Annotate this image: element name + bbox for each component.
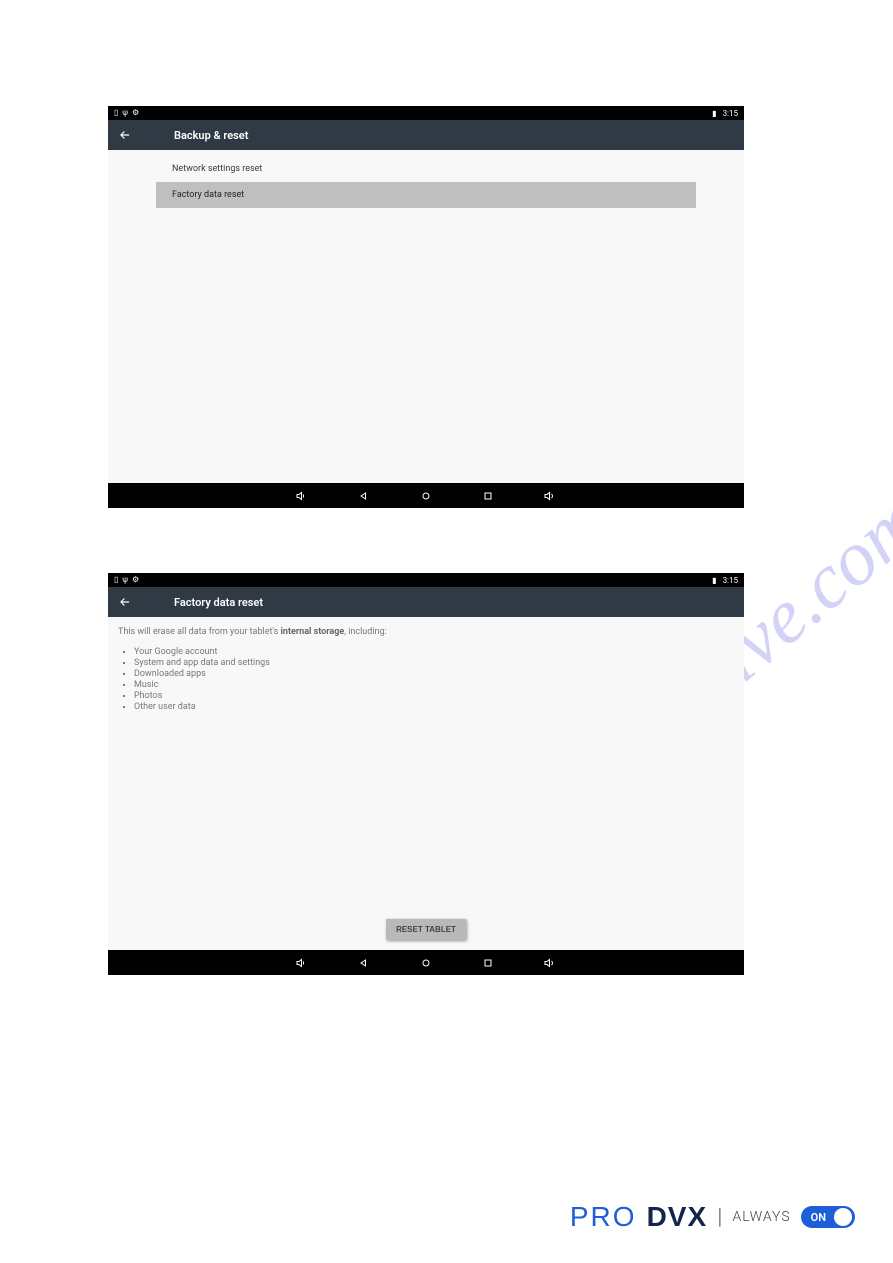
home-circle-icon[interactable] <box>420 957 432 969</box>
navigation-bar <box>108 483 744 508</box>
recent-square-icon[interactable] <box>482 957 494 969</box>
content-area: Network settings reset Factory data rese… <box>108 150 744 483</box>
home-circle-icon[interactable] <box>420 490 432 502</box>
battery-icon: ▮ <box>712 109 716 118</box>
back-triangle-icon[interactable] <box>358 490 370 502</box>
screenshot-backup-reset: ▯ ψ ⚙ ▮ 3:15 Backup & reset Network sett… <box>108 106 744 508</box>
list-item-factory-reset[interactable]: Factory data reset <box>156 182 696 208</box>
back-arrow-icon[interactable] <box>118 595 132 609</box>
erase-list: Your Google account System and app data … <box>134 647 734 712</box>
page-title: Backup & reset <box>174 129 248 142</box>
volume-up-icon[interactable] <box>544 957 556 969</box>
intro-text-pre: This will erase all data from your table… <box>118 627 281 637</box>
usb-icon: ψ <box>122 109 128 117</box>
status-icons-left: ▯ ψ ⚙ <box>114 576 139 584</box>
clock-time: 3:15 <box>723 576 738 585</box>
usb-icon: ψ <box>122 576 128 584</box>
on-label: ON <box>811 1211 826 1224</box>
screenshot-factory-data-reset: ▯ ψ ⚙ ▮ 3:15 Factory data reset This wil… <box>108 573 744 975</box>
list-item: Music <box>134 680 734 690</box>
reset-description: This will erase all data from your table… <box>108 617 744 712</box>
intro-text-bold: internal storage <box>281 627 345 637</box>
on-toggle: ON <box>801 1206 855 1228</box>
page-title: Factory data reset <box>174 596 263 609</box>
volume-up-icon[interactable] <box>544 490 556 502</box>
clock-time: 3:15 <box>723 109 738 118</box>
volume-down-icon[interactable] <box>296 957 308 969</box>
list-item: Your Google account <box>134 647 734 657</box>
status-bar: ▯ ψ ⚙ ▮ 3:15 <box>108 573 744 587</box>
intro-text-post: , including: <box>344 627 387 637</box>
battery-icon: ▮ <box>712 576 716 585</box>
list-item: Other user data <box>134 702 734 712</box>
list-item: System and app data and settings <box>134 658 734 668</box>
status-icons-right: ▮ 3:15 <box>712 109 738 118</box>
toggle-knob-icon <box>834 1208 852 1226</box>
navigation-bar <box>108 950 744 975</box>
content-area: This will erase all data from your table… <box>108 617 744 950</box>
logo-always: ALWAYS <box>733 1209 791 1225</box>
sd-card-icon: ▯ <box>114 109 118 117</box>
list-item: Photos <box>134 691 734 701</box>
list-item: Downloaded apps <box>134 669 734 679</box>
app-bar: Factory data reset <box>108 587 744 617</box>
status-bar: ▯ ψ ⚙ ▮ 3:15 <box>108 106 744 120</box>
logo-dvx: DVX <box>647 1201 708 1233</box>
recent-square-icon[interactable] <box>482 490 494 502</box>
back-triangle-icon[interactable] <box>358 957 370 969</box>
logo-divider: | <box>717 1205 722 1230</box>
settings-gear-icon: ⚙ <box>132 109 139 117</box>
back-arrow-icon[interactable] <box>118 128 132 142</box>
volume-down-icon[interactable] <box>296 490 308 502</box>
footer-logo: PRO DVX | ALWAYS ON <box>570 1201 855 1233</box>
logo-pro: PRO <box>570 1201 637 1233</box>
document-page: manualshive.com ▯ ψ ⚙ ▮ 3:15 Backup & re… <box>0 0 893 1263</box>
status-icons-right: ▮ 3:15 <box>712 576 738 585</box>
sd-card-icon: ▯ <box>114 576 118 584</box>
settings-gear-icon: ⚙ <box>132 576 139 584</box>
status-icons-left: ▯ ψ ⚙ <box>114 109 139 117</box>
app-bar: Backup & reset <box>108 120 744 150</box>
reset-tablet-button[interactable]: RESET TABLET <box>386 919 466 940</box>
list-item-network-reset[interactable]: Network settings reset <box>108 156 744 182</box>
